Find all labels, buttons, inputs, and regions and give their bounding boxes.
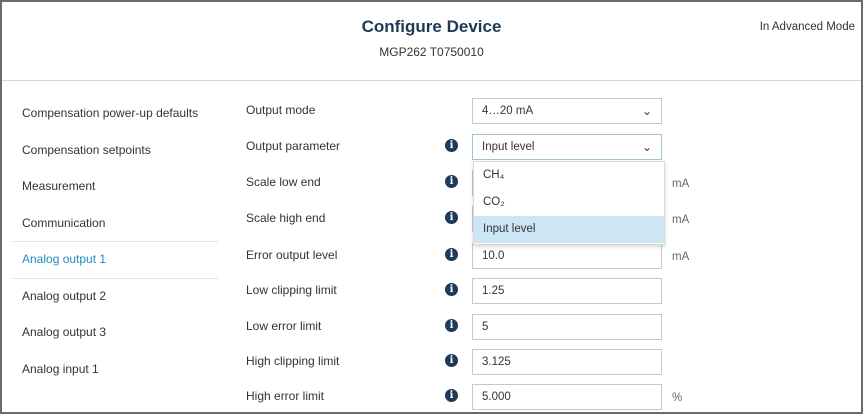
scale-low-label: Scale low end [246,175,321,189]
info-icon[interactable]: i [445,175,458,188]
output-mode-value: 4…20 mA [482,105,534,117]
low-error-label: Low error limit [246,319,322,333]
output-parameter-value: Input level [482,141,535,153]
scale-high-unit: mA [672,214,690,226]
scale-high-label: Scale high end [246,211,326,225]
output-parameter-row: Output parameter i Input level ⌄ [246,134,856,160]
info-icon[interactable]: i [445,389,458,402]
info-icon[interactable]: i [445,211,458,224]
output-mode-label: Output mode [246,103,316,117]
info-icon[interactable]: i [445,319,458,332]
info-icon[interactable]: i [445,248,458,261]
output-mode-row: Output mode 4…20 mA ⌄ [246,98,856,124]
error-output-unit: mA [672,251,690,263]
advanced-mode-indicator: In Advanced Mode [759,21,855,33]
info-icon[interactable]: i [445,283,458,296]
high-error-row: High error limit i 5.000 % [246,384,856,410]
output-parameter-label: Output parameter [246,139,341,153]
nav-item-analog-output-3[interactable]: Analog output 3 [12,315,218,352]
error-output-label: Error output level [246,248,338,262]
nav-item-compensation-setpoints[interactable]: Compensation setpoints [12,133,218,170]
header: Configure Device MGP262 T0750010 In Adva… [2,2,861,81]
high-error-unit: % [672,392,683,404]
nav-item-communication[interactable]: Communication [12,206,218,242]
low-clipping-label: Low clipping limit [246,283,337,297]
nav-item-analog-input-1[interactable]: Analog input 1 [12,352,218,389]
high-clipping-label: High clipping limit [246,354,340,368]
output-parameter-dropdown: CH₄ CO₂ Input level [473,161,665,245]
output-parameter-select[interactable]: Input level ⌄ [472,134,662,160]
error-output-row: Error output level i 10.0 mA [246,243,856,269]
low-clipping-row: Low clipping limit i 1.25 [246,278,856,304]
nav-item-analog-output-1[interactable]: Analog output 1 [12,242,218,279]
option-input-level[interactable]: Input level [474,216,664,243]
nav-item-compensation-power-up-defaults[interactable]: Compensation power-up defaults [12,96,218,133]
low-error-row: Low error limit i 5 [246,314,856,340]
option-ch4[interactable]: CH₄ [474,162,664,189]
nav-item-analog-output-2[interactable]: Analog output 2 [12,279,218,316]
info-icon[interactable]: i [445,139,458,152]
low-clipping-input[interactable]: 1.25 [472,278,662,304]
scale-low-unit: mA [672,178,690,190]
high-clipping-row: High clipping limit i 3.125 [246,349,856,375]
configure-device-window: Configure Device MGP262 T0750010 In Adva… [0,0,863,414]
info-icon[interactable]: i [445,354,458,367]
option-co2[interactable]: CO₂ [474,189,664,216]
low-error-input[interactable]: 5 [472,314,662,340]
chevron-down-icon: ⌄ [641,104,652,118]
output-mode-select[interactable]: 4…20 mA ⌄ [472,98,662,124]
high-clipping-input[interactable]: 3.125 [472,349,662,375]
chevron-down-icon: ⌄ [641,140,652,154]
error-output-input[interactable]: 10.0 [472,243,662,269]
high-error-label: High error limit [246,389,325,403]
sidebar-nav: Compensation power-up defaults Compensat… [12,96,218,388]
page-title: Configure Device [361,17,502,36]
device-id: MGP262 T0750010 [379,45,484,59]
high-error-input[interactable]: 5.000 [472,384,662,410]
nav-item-measurement[interactable]: Measurement [12,169,218,206]
